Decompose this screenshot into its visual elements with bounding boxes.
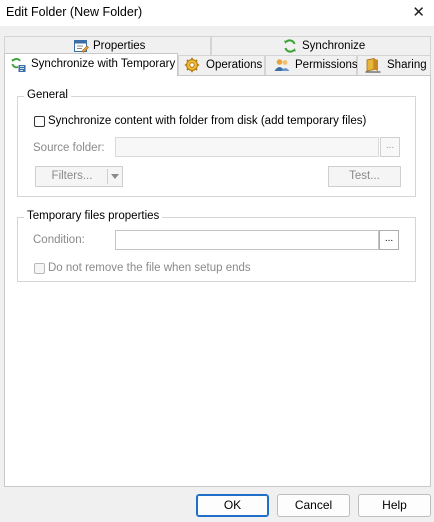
tab-synchronize[interactable]: Synchronize: [211, 36, 431, 56]
tab-sharing[interactable]: Sharing: [357, 55, 431, 75]
tab-operations-label: Operations: [206, 59, 263, 71]
sync-content-checkbox-box[interactable]: [34, 115, 45, 127]
tab-sharing-label: Sharing: [387, 59, 427, 71]
filters-button-label: Filters...: [51, 170, 93, 182]
general-group: General Synchronize content with folder …: [17, 89, 416, 197]
temp-files-group-title: Temporary files properties: [24, 210, 163, 222]
source-folder-input[interactable]: [115, 137, 379, 157]
chevron-down-icon[interactable]: [111, 174, 119, 179]
properties-icon: [74, 40, 89, 53]
tab-properties-label: Properties: [93, 40, 146, 52]
share-icon: [365, 58, 381, 73]
filters-button[interactable]: Filters...: [35, 166, 123, 187]
synchronize-icon: [284, 39, 296, 53]
temp-files-group: Temporary files properties Condition: ..…: [17, 210, 416, 282]
cancel-button[interactable]: Cancel: [277, 494, 350, 517]
tab-operations[interactable]: Operations: [178, 55, 265, 75]
condition-input[interactable]: [115, 230, 379, 250]
tab-content-panel: General Synchronize content with folder …: [4, 75, 431, 487]
users-icon: [274, 59, 290, 71]
sync-temporary-icon: [11, 58, 26, 72]
window-title: Edit Folder (New Folder): [6, 5, 143, 19]
gear-icon: [184, 57, 200, 73]
help-button[interactable]: Help: [358, 494, 431, 517]
keep-file-checkbox-label: Do not remove the file when setup ends: [48, 262, 251, 274]
title-bar: Edit Folder (New Folder) ✕: [0, 0, 434, 26]
source-folder-browse-button[interactable]: ...: [380, 137, 400, 157]
general-group-title: General: [24, 89, 71, 101]
tab-permissions-label: Permissions: [295, 59, 358, 71]
close-icon[interactable]: ✕: [412, 3, 425, 21]
keep-file-checkbox[interactable]: Do not remove the file when setup ends: [34, 262, 251, 274]
condition-browse-button[interactable]: ...: [379, 230, 399, 250]
keep-file-checkbox-box[interactable]: [34, 262, 45, 274]
sync-content-checkbox[interactable]: Synchronize content with folder from dis…: [34, 115, 366, 127]
sync-content-checkbox-label: Synchronize content with folder from dis…: [48, 115, 367, 127]
tab-sync-temporary[interactable]: Synchronize with Temporary: [4, 53, 178, 76]
test-button[interactable]: Test...: [328, 166, 401, 187]
tab-sync-temporary-label: Synchronize with Temporary: [31, 58, 176, 70]
condition-label: Condition:: [33, 234, 85, 246]
ok-button[interactable]: OK: [196, 494, 269, 517]
tab-permissions[interactable]: Permissions: [265, 55, 358, 75]
filters-dropdown-divider: [107, 169, 108, 184]
source-folder-label: Source folder:: [33, 142, 105, 154]
tab-synchronize-label: Synchronize: [302, 40, 366, 52]
